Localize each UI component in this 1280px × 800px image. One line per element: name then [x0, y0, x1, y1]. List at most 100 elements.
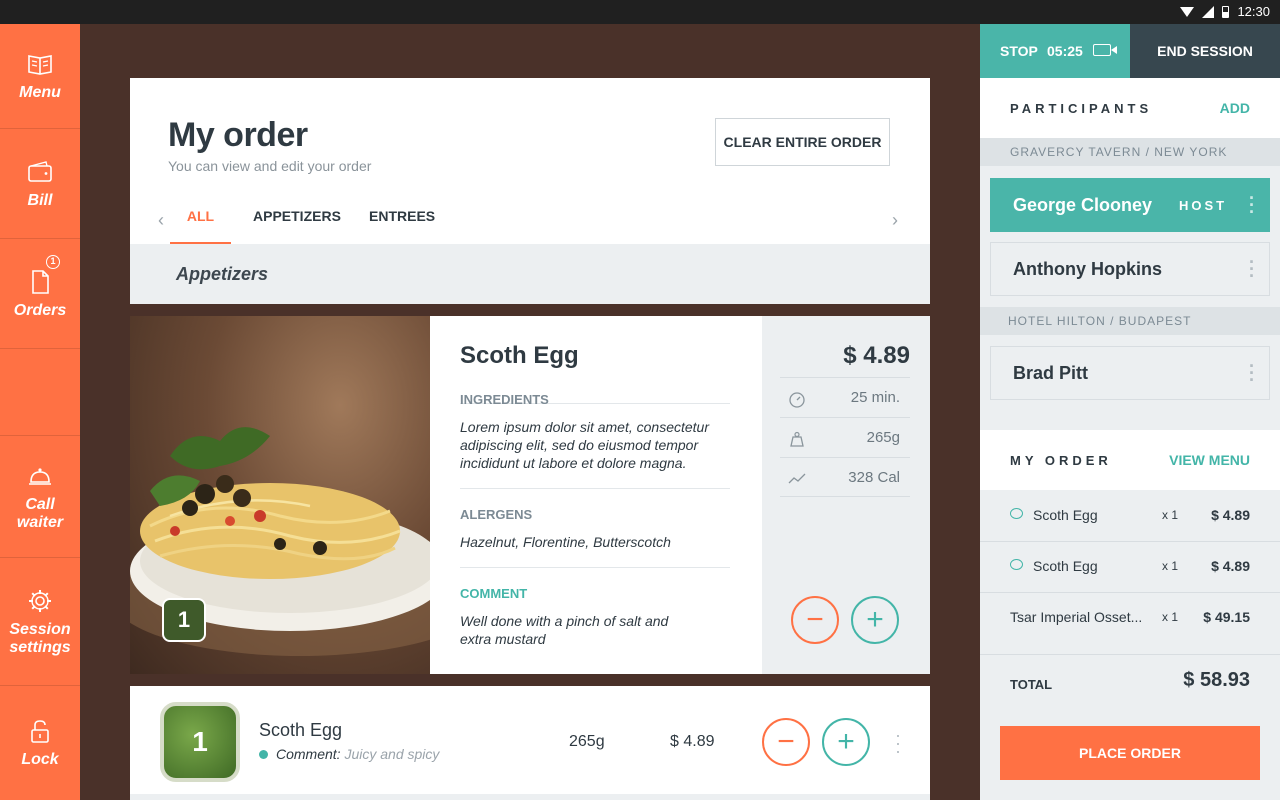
- item-detail-body: Scoth Egg INGREDIENTS Lorem ipsum dolor …: [460, 316, 730, 674]
- participant-name: Anthony Hopkins: [1013, 259, 1162, 279]
- my-order-header: MY ORDER VIEW MENU: [980, 430, 1280, 490]
- divider: [460, 488, 730, 489]
- participant[interactable]: Brad Pitt · · ·: [990, 346, 1270, 400]
- lock-icon: [31, 720, 49, 743]
- item-detail-card: 1 Scoth Egg INGREDIENTS Lorem ipsum dolo…: [130, 316, 930, 674]
- status-time: 12:30: [1237, 4, 1270, 19]
- order-item-name: Scoth Egg: [1033, 558, 1098, 574]
- more-vertical-icon[interactable]: · · ·: [1249, 189, 1255, 221]
- sidebar-item-label: Session settings: [9, 620, 71, 656]
- my-order-title: MY ORDER: [1010, 453, 1112, 468]
- order-item-qty: x 1: [1162, 610, 1179, 624]
- row-comment-label: Comment:: [276, 746, 341, 762]
- order-item-name: Tsar Imperial Osset...: [1010, 609, 1143, 625]
- comment-text: Well done with a pinch of salt and extra…: [460, 613, 669, 647]
- ingredients-label: INGREDIENTS: [460, 392, 549, 407]
- sidebar-item-label: Orders: [13, 301, 67, 319]
- allergens-label: ALERGENS: [460, 507, 533, 522]
- stop-session-button[interactable]: STOP 05:25: [980, 24, 1130, 78]
- orders-badge: 1: [46, 255, 60, 269]
- sidebar-item-call-waiter[interactable]: Call waiter: [0, 436, 80, 558]
- book-icon: [28, 55, 52, 75]
- sidebar-item-label: Call waiter: [16, 495, 64, 531]
- video-camera-icon: [1093, 44, 1117, 56]
- participant-role: HOST: [1179, 198, 1228, 213]
- row-item-weight: 265g: [569, 733, 605, 750]
- tab-all[interactable]: ALL: [170, 208, 231, 244]
- stat-calories-value: 328 Cal: [848, 469, 900, 486]
- comment-bubble-icon: [1010, 508, 1023, 519]
- more-vertical-icon[interactable]: · · ·: [1249, 357, 1255, 389]
- clear-order-button[interactable]: CLEAR ENTIRE ORDER: [715, 118, 890, 166]
- session-panel: STOP 05:25 END SESSION PARTICIPANTS ADD …: [980, 24, 1280, 800]
- sidebar-item-bill[interactable]: Bill: [0, 129, 80, 239]
- order-list-item[interactable]: Scoth Egg x 1 $ 4.89: [980, 491, 1280, 542]
- session-bar: STOP 05:25 END SESSION: [980, 24, 1280, 78]
- allergens-text: Hazelnut, Florentine, Butterscotch: [460, 534, 671, 550]
- view-menu-link[interactable]: VIEW MENU: [1169, 452, 1250, 468]
- participants-header: PARTICIPANTS ADD: [980, 78, 1280, 138]
- end-session-button[interactable]: END SESSION: [1130, 24, 1280, 78]
- session-timer: 05:25: [1047, 43, 1083, 59]
- bell-icon: [29, 467, 51, 485]
- row-item-price: $ 4.89: [670, 733, 715, 750]
- venue-header: HOTEL HILTON / BUDAPEST: [980, 307, 1280, 335]
- sidebar-item-label: Menu: [19, 84, 61, 101]
- row-comment-value: Juicy and spicy: [344, 746, 440, 762]
- order-list-item[interactable]: Tsar Imperial Osset... x 1 $ 49.15: [980, 593, 1280, 644]
- sidebar-item-label: Bill: [27, 191, 53, 209]
- place-order-button[interactable]: PLACE ORDER: [1000, 726, 1260, 780]
- order-item-price: $ 4.89: [1211, 507, 1250, 523]
- order-item-name: Scoth Egg: [1033, 507, 1098, 523]
- wifi-icon: [1180, 6, 1195, 17]
- order-item-row[interactable]: 1 Scoth Egg Comment: Juicy and spicy 265…: [130, 686, 930, 800]
- chevron-right-icon[interactable]: ›: [892, 210, 898, 231]
- order-item-qty: x 1: [1162, 508, 1179, 522]
- tab-entrees[interactable]: ENTREES: [369, 208, 435, 244]
- participant[interactable]: Anthony Hopkins · · ·: [990, 242, 1270, 296]
- item-stats-panel: $ 4.89 25 min. 265g 328 Cal − +: [762, 316, 930, 674]
- document-icon: [32, 269, 49, 294]
- status-bar: 12:30: [0, 0, 1280, 24]
- section-header: Appetizers: [130, 244, 930, 304]
- row-decrease-button[interactable]: −: [762, 718, 810, 766]
- sidebar-item-lock[interactable]: Lock: [0, 686, 80, 800]
- comment-label: COMMENT: [460, 586, 528, 601]
- page-subtitle: You can view and edit your order: [168, 158, 372, 174]
- decrease-quantity-button[interactable]: −: [791, 596, 839, 644]
- sidebar-item-session-settings[interactable]: Session settings: [0, 558, 80, 686]
- participant-host[interactable]: George Clooney HOST · · ·: [990, 178, 1270, 232]
- food-image: 1: [130, 316, 430, 674]
- ingredients-text: Lorem ipsum dolor sit amet, consectetur …: [460, 419, 709, 471]
- increase-quantity-button[interactable]: +: [851, 596, 899, 644]
- tab-appetizers[interactable]: APPETIZERS: [253, 208, 341, 244]
- order-list-item[interactable]: Scoth Egg x 1 $ 4.89: [980, 542, 1280, 593]
- stat-time-value: 25 min.: [850, 389, 900, 406]
- total-label: TOTAL: [1010, 677, 1053, 692]
- sidebar-spacer: [0, 349, 80, 436]
- wallet-icon: [28, 160, 52, 182]
- participants-title: PARTICIPANTS: [1010, 101, 1153, 116]
- add-participant-link[interactable]: ADD: [1220, 100, 1250, 116]
- venue-header: GRAVERCY TAVERN / NEW YORK: [980, 138, 1280, 166]
- chevron-left-icon[interactable]: ‹: [158, 210, 164, 231]
- order-item-price: $ 4.89: [1211, 558, 1250, 574]
- more-vertical-icon[interactable]: · · ·: [892, 726, 904, 760]
- sidebar-item-menu[interactable]: Menu: [0, 24, 80, 129]
- stat-time: 25 min.: [780, 377, 910, 417]
- row-item-name: Scoth Egg: [259, 720, 343, 740]
- more-vertical-icon[interactable]: · · ·: [1249, 253, 1255, 285]
- stat-calories: 328 Cal: [780, 457, 910, 497]
- stat-weight-value: 265g: [866, 429, 900, 446]
- item-price: $ 4.89: [843, 342, 910, 369]
- gear-icon: [29, 589, 51, 612]
- row-increase-button[interactable]: +: [822, 718, 870, 766]
- order-item-price: $ 49.15: [1203, 609, 1250, 625]
- category-tabs: ‹ ALL APPETIZERS ENTREES ›: [150, 200, 910, 244]
- comment-dot-icon: [259, 750, 268, 759]
- section-title: Appetizers: [176, 264, 269, 284]
- comment-bubble-icon: [1010, 559, 1023, 570]
- sidebar-item-orders[interactable]: 1 Orders: [0, 239, 80, 349]
- trend-icon: [788, 473, 806, 484]
- item-thumbnail: 1: [160, 702, 240, 782]
